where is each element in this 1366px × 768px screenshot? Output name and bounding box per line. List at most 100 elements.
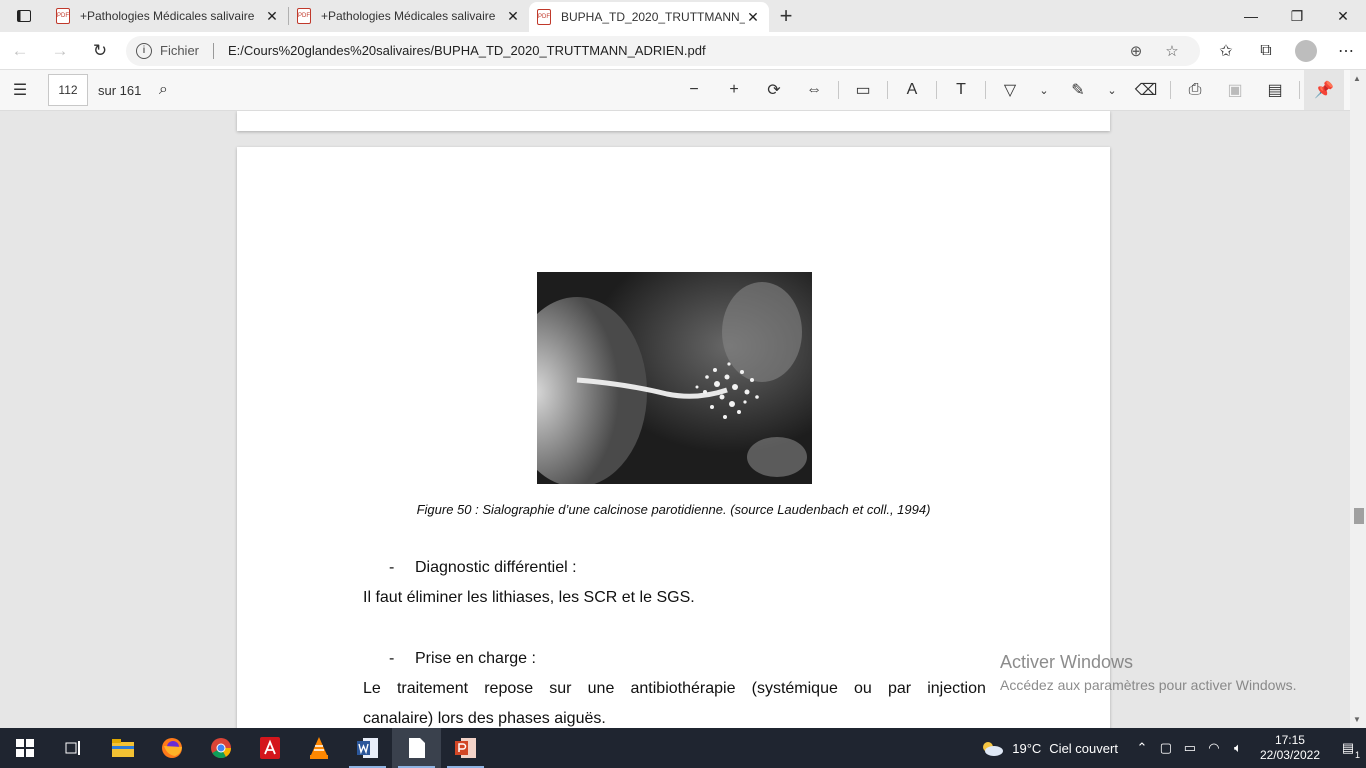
chevron-up-icon[interactable]: ⌃ [1130, 740, 1154, 756]
tab-3-active[interactable]: PDF BUPHA_TD_2020_TRUTTMANN_A ✕ [529, 2, 769, 32]
minimize-icon[interactable]: — [1228, 0, 1274, 32]
table-of-contents-icon[interactable]: ☰ [0, 70, 40, 110]
previous-page [237, 111, 1110, 131]
bullet-dash: - [389, 559, 395, 576]
tab-1[interactable]: PDF +Pathologies Médicales salivaire ✕ [48, 0, 288, 32]
forward-icon[interactable]: → [40, 32, 80, 70]
pdf-toolbar: ☰ 112 sur 161 ⌕ − + ⟳ ⇔ ▭ A T ▽ ⌄ ✎ ⌄ ⌫ … [0, 70, 1366, 111]
zoom-in-icon[interactable]: + [714, 70, 754, 110]
profile-avatar[interactable] [1286, 32, 1326, 70]
battery-icon[interactable]: ▭ [1178, 740, 1202, 756]
tab-2[interactable]: PDF +Pathologies Médicales salivaire ✕ [289, 0, 529, 32]
pdf-file-icon: PDF [537, 9, 551, 25]
bullet-dash: - [389, 650, 395, 667]
bullet-diagnostic: Diagnostic différentiel : [415, 559, 577, 576]
avatar [1295, 39, 1317, 62]
favorites-icon[interactable]: ✩ [1206, 32, 1246, 70]
chrome-icon[interactable] [196, 728, 245, 768]
weather-widget[interactable]: 19°C Ciel couvert [980, 739, 1118, 757]
save-icon[interactable]: ▣ [1215, 70, 1255, 110]
scrollbar-thumb[interactable] [1354, 508, 1364, 524]
back-icon[interactable]: ← [0, 32, 40, 70]
zoom-out-icon[interactable]: − [674, 70, 714, 110]
word-icon[interactable] [343, 728, 392, 768]
task-view-icon[interactable] [49, 728, 98, 768]
close-icon[interactable]: ✕ [745, 9, 761, 26]
url-scheme-label: Fichier [160, 43, 200, 58]
scroll-up-icon[interactable]: ▲ [1353, 74, 1361, 83]
refresh-icon[interactable]: ↻ [80, 32, 120, 70]
word: par [887, 680, 912, 697]
clock[interactable]: 17:15 22/03/2022 [1260, 733, 1320, 763]
close-icon[interactable]: ✕ [505, 8, 521, 25]
toolbar-separator [985, 81, 986, 99]
watermark-subtitle: Accédez aux paramètres pour activer Wind… [1000, 677, 1297, 693]
document-app-icon[interactable] [392, 728, 441, 768]
word: injection [927, 680, 986, 697]
clock-time: 17:15 [1274, 733, 1305, 747]
vertical-scrollbar[interactable]: ▲ ▼ [1350, 70, 1366, 728]
save-as-icon[interactable]: ▤ [1255, 70, 1295, 110]
clock-date: 22/03/2022 [1259, 748, 1320, 762]
acrobat-icon[interactable] [245, 728, 294, 768]
draw-icon[interactable]: ▽ [990, 70, 1030, 110]
word: (systémique [751, 680, 838, 697]
address-bar: ← → ↻ i Fichier E:/Cours%20glandes%20sal… [0, 32, 1366, 70]
toolbar-separator [1170, 81, 1171, 99]
pdf-file-icon: PDF [56, 8, 70, 24]
windows-start-icon[interactable] [0, 728, 49, 768]
wifi-icon[interactable]: ◠ [1202, 740, 1226, 756]
page-view-icon[interactable]: ▭ [843, 70, 883, 110]
close-window-icon[interactable]: ✕ [1320, 0, 1366, 32]
cloud-icon [983, 742, 1004, 756]
taskbar: 19°C Ciel couvert ⌃ ▢ ▭ ◠ 🔈︎ 17:15 22/03… [0, 728, 1366, 768]
page-total-label: sur 161 [98, 82, 142, 98]
new-tab-button[interactable]: + [769, 0, 803, 32]
word: une [587, 680, 615, 697]
read-aloud-icon[interactable]: A [892, 70, 932, 110]
firefox-icon[interactable] [147, 728, 196, 768]
close-icon[interactable]: ✕ [264, 8, 280, 25]
tab-actions-icon[interactable] [0, 0, 48, 32]
notifications-icon[interactable]: ▤ 1 [1330, 740, 1366, 760]
vlc-icon[interactable] [294, 728, 343, 768]
info-icon[interactable]: i [136, 42, 152, 59]
paragraph-treatment-line1: Le traitement repose sur une antibiothér… [363, 680, 986, 698]
toolbar-separator [887, 81, 888, 99]
pdf-viewer: Figure 50 : Sialographie d’une calcinose… [0, 111, 1350, 728]
pin-toolbar-icon[interactable]: 📌 [1304, 70, 1344, 110]
meet-now-icon[interactable]: ▢ [1154, 740, 1178, 756]
volume-icon[interactable]: 🔈︎ [1226, 740, 1250, 756]
file-explorer-icon[interactable] [98, 728, 147, 768]
eraser-icon[interactable]: ⌫ [1126, 70, 1166, 110]
figure-caption: Figure 50 : Sialographie d’une calcinose… [416, 502, 931, 517]
add-text-icon[interactable]: T [941, 70, 981, 110]
system-tray: 19°C Ciel couvert ⌃ ▢ ▭ ◠ 🔈︎ 17:15 22/03… [980, 728, 1366, 768]
watermark-title: Activer Windows [1000, 652, 1134, 672]
weather-desc: Ciel couvert [1049, 740, 1118, 756]
fit-width-icon[interactable]: ⇔ [794, 70, 834, 110]
add-favorite-icon[interactable]: ☆ [1154, 42, 1190, 60]
pdf-file-icon: PDF [297, 8, 311, 24]
print-icon[interactable]: ⎙ [1175, 70, 1215, 110]
powerpoint-icon[interactable] [441, 728, 490, 768]
restore-icon[interactable]: ❐ [1274, 0, 1320, 32]
tab-title: +Pathologies Médicales salivaire [80, 9, 255, 23]
page-number-input[interactable]: 112 [48, 74, 88, 106]
more-menu-icon[interactable]: ⋯ [1326, 32, 1366, 70]
activation-watermark: Activer Windows Accédez aux paramètres p… [1000, 652, 1296, 693]
zoom-icon[interactable]: ⊕ [1118, 42, 1154, 60]
rotate-icon[interactable]: ⟳ [754, 70, 794, 110]
highlight-options-chevron-icon[interactable]: ⌄ [1098, 70, 1126, 110]
bullet-prise-en-charge: Prise en charge : [415, 650, 536, 667]
paragraph-treatment-line2: canalaire) lors des phases aiguës. [363, 710, 606, 727]
search-icon[interactable]: ⌕ [143, 70, 183, 110]
toolbar-separator [1299, 81, 1300, 99]
url-field[interactable]: i Fichier E:/Cours%20glandes%20salivaire… [126, 35, 1200, 66]
scroll-down-icon[interactable]: ▼ [1353, 715, 1361, 724]
url-text[interactable]: E:/Cours%20glandes%20salivaires/BUPHA_TD… [228, 43, 1118, 58]
draw-options-chevron-icon[interactable]: ⌄ [1030, 70, 1058, 110]
sialography-image [537, 272, 812, 484]
collections-icon[interactable]: ⧉ [1246, 32, 1286, 70]
highlight-icon[interactable]: ✎ [1058, 70, 1098, 110]
